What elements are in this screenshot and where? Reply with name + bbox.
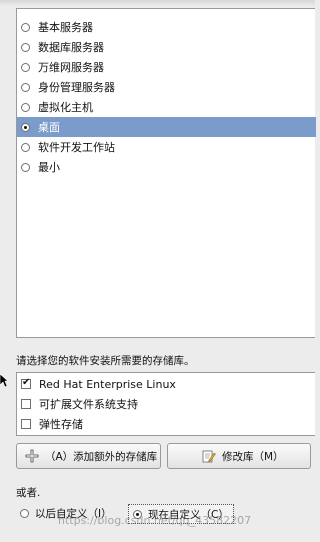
repo-label: 可扩展文件系统支持 — [39, 398, 138, 411]
radio-icon — [21, 22, 30, 32]
watermark: https://blog.csdn.net/qq_43582207 — [58, 514, 252, 527]
mouse-cursor-icon — [0, 373, 9, 391]
option-label: 数据库服务器 — [38, 41, 104, 54]
repo-list: Red Hat Enterprise Linux 可扩展文件系统支持 弹性存储 — [16, 372, 315, 436]
option-label: 基本服务器 — [38, 21, 93, 34]
repo-item-scalable-fs[interactable]: 可扩展文件系统支持 — [21, 395, 138, 413]
add-repo-button[interactable]: （A）添加额外的存储库 — [16, 443, 161, 469]
plus-icon — [25, 449, 39, 463]
option-web-server[interactable]: 万维网服务器 — [17, 57, 316, 77]
option-database-server[interactable]: 数据库服务器 — [17, 37, 316, 57]
top-edge — [0, 0, 315, 6]
install-type-list[interactable]: 基本服务器 数据库服务器 万维网服务器 身份管理服务器 虚拟化主机 桌面 软件开… — [16, 8, 316, 338]
radio-selected-icon — [21, 122, 30, 132]
option-minimal[interactable]: 最小 — [17, 157, 316, 177]
radio-icon — [20, 508, 29, 518]
add-repo-label: （A）添加额外的存储库 — [45, 450, 158, 463]
radio-icon — [21, 142, 30, 152]
option-label: 最小 — [38, 161, 60, 174]
radio-icon — [21, 102, 30, 112]
repo-item-rhel[interactable]: Red Hat Enterprise Linux — [21, 375, 176, 393]
checkbox-icon[interactable] — [21, 399, 31, 409]
modify-repo-button[interactable]: 修改库（M） — [167, 443, 311, 469]
option-dev-workstation[interactable]: 软件开发工作站 — [17, 137, 316, 157]
option-label: 虚拟化主机 — [38, 101, 93, 114]
repo-label: Red Hat Enterprise Linux — [39, 377, 176, 391]
option-label: 万维网服务器 — [38, 61, 104, 74]
option-desktop[interactable]: 桌面 — [17, 117, 316, 137]
checkbox-icon[interactable] — [21, 419, 31, 429]
or-label: 或者. — [16, 487, 41, 499]
edit-icon — [202, 449, 216, 463]
option-label: 桌面 — [38, 121, 60, 134]
radio-icon — [21, 162, 30, 172]
repo-item-resilient-storage[interactable]: 弹性存储 — [21, 415, 83, 433]
option-virtualization-host[interactable]: 虚拟化主机 — [17, 97, 316, 117]
radio-icon — [21, 62, 30, 72]
option-basic-server[interactable]: 基本服务器 — [17, 17, 316, 37]
checkbox-checked-icon[interactable] — [21, 377, 31, 389]
option-label: 身份管理服务器 — [38, 81, 115, 94]
repo-prompt: 请选择您的软件安装所需要的存储库。 — [16, 355, 195, 367]
repo-label: 弹性存储 — [39, 418, 83, 431]
option-identity-server[interactable]: 身份管理服务器 — [17, 77, 316, 97]
radio-icon — [21, 82, 30, 92]
radio-icon — [21, 42, 30, 52]
option-label: 软件开发工作站 — [38, 141, 115, 154]
modify-repo-label: 修改库（M） — [222, 450, 284, 463]
